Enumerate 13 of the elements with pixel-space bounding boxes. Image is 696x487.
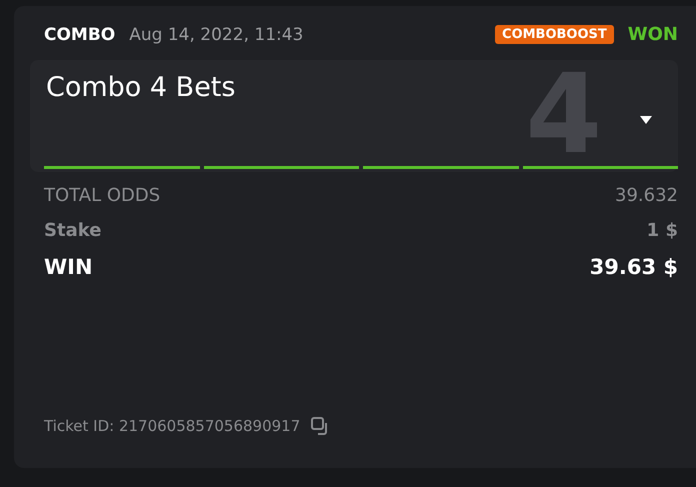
summary-label: Stake xyxy=(44,220,102,241)
summary-value: 1 $ xyxy=(646,220,678,241)
summary-value: 39.63 $ xyxy=(590,255,678,279)
summary-value: 39.632 xyxy=(615,185,678,206)
caret-icon[interactable] xyxy=(639,115,653,125)
summary-label: TOTAL ODDS xyxy=(44,185,160,206)
ticket-id: Ticket ID: 2170605857056890917 xyxy=(44,417,300,435)
bet-title: Combo 4 Bets xyxy=(46,72,236,103)
boost-badge: COMBOBOOST xyxy=(495,25,614,44)
bet-type: COMBO xyxy=(44,24,116,44)
summary-label: WIN xyxy=(44,255,93,279)
bet-date: Aug 14, 2022, 11:43 xyxy=(129,24,304,44)
bet-result: WON xyxy=(628,24,678,45)
